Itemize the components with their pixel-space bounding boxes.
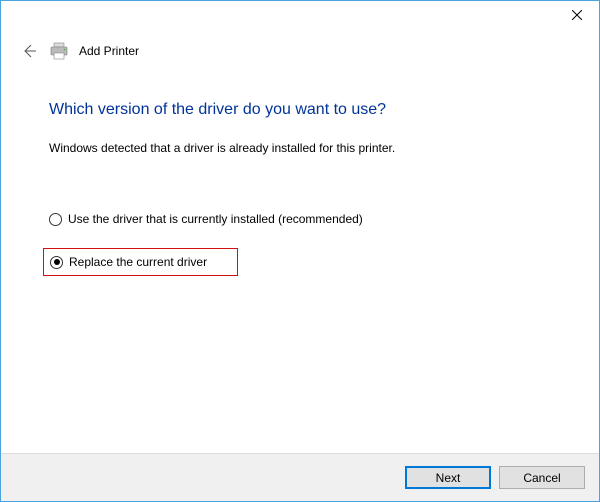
back-arrow-icon: [21, 43, 37, 59]
option-label: Use the driver that is currently install…: [68, 212, 363, 226]
next-button[interactable]: Next: [405, 466, 491, 489]
option-replace-driver[interactable]: Replace the current driver: [43, 248, 238, 276]
dialog-footer: Next Cancel: [1, 453, 599, 501]
option-label: Replace the current driver: [69, 255, 207, 269]
cancel-button[interactable]: Cancel: [499, 466, 585, 489]
printer-icon: [49, 42, 69, 60]
radio-icon: [50, 256, 63, 269]
option-use-installed[interactable]: Use the driver that is currently install…: [49, 210, 554, 228]
close-button[interactable]: [554, 1, 599, 29]
titlebar: [1, 1, 599, 31]
back-button[interactable]: [19, 41, 39, 61]
page-heading: Which version of the driver do you want …: [49, 101, 554, 119]
dialog-title: Add Printer: [79, 44, 139, 58]
radio-icon: [49, 213, 62, 226]
close-icon: [572, 10, 582, 20]
content-area: Which version of the driver do you want …: [1, 61, 599, 453]
driver-option-group: Use the driver that is currently install…: [49, 210, 554, 276]
add-printer-dialog: Add Printer Which version of the driver …: [0, 0, 600, 502]
page-subtext: Windows detected that a driver is alread…: [49, 141, 554, 155]
header: Add Printer: [1, 31, 599, 61]
